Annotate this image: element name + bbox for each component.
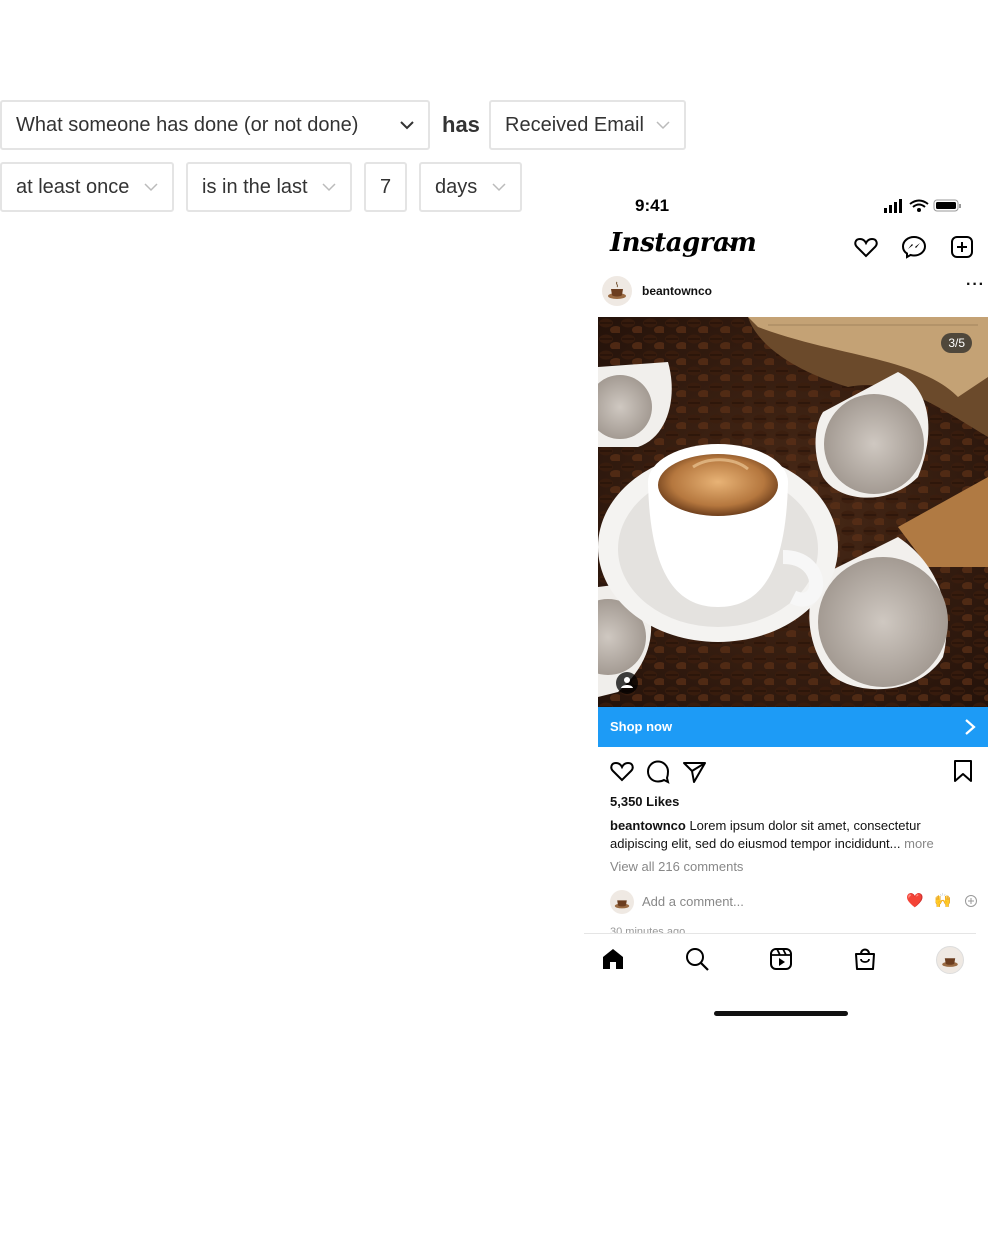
profile-avatar[interactable] xyxy=(936,946,964,974)
chevron-down-icon[interactable] xyxy=(724,238,738,252)
caption-username[interactable]: beantownco xyxy=(610,818,686,833)
coffee-espresso-photo xyxy=(598,317,988,707)
add-comment-row: Add a comment... ❤️ 🙌 xyxy=(610,888,980,914)
add-post-icon[interactable] xyxy=(949,234,975,260)
search-icon[interactable] xyxy=(684,946,710,972)
messenger-icon[interactable] xyxy=(901,234,927,260)
caption-more-link[interactable]: more xyxy=(904,836,934,851)
add-reaction-icon[interactable] xyxy=(964,894,978,908)
view-comments-link[interactable]: View all 216 comments xyxy=(610,859,743,874)
time-operator-select-value: is in the last xyxy=(202,175,308,198)
chevron-down-icon xyxy=(656,121,670,130)
status-time: 9:41 xyxy=(635,196,670,215)
home-icon[interactable] xyxy=(600,946,626,972)
time-unit-select-value: days xyxy=(435,175,478,198)
coffee-cup-logo-icon xyxy=(942,958,958,967)
condition-select[interactable]: What someone has done (or not done) xyxy=(0,100,430,150)
heart-emoji-reaction[interactable]: ❤️ xyxy=(906,892,923,909)
chevron-down-icon xyxy=(322,183,336,192)
time-unit-select[interactable]: days xyxy=(419,162,522,212)
post-image[interactable]: 3/5 xyxy=(598,317,988,707)
add-comment-input[interactable]: Add a comment... xyxy=(642,894,744,909)
time-value-input[interactable]: 7 xyxy=(364,162,407,212)
share-icon[interactable] xyxy=(681,758,707,784)
event-select-value: Received Email xyxy=(505,113,644,136)
post-caption: beantownco Lorem ipsum dolor sit amet, c… xyxy=(610,817,970,853)
post-header: beantownco ··· xyxy=(584,274,992,308)
user-tag-icon[interactable] xyxy=(616,672,638,694)
more-options-icon[interactable]: ··· xyxy=(966,276,985,294)
likes-count[interactable]: 5,350 Likes xyxy=(610,794,679,809)
has-label: has xyxy=(442,112,480,137)
chevron-down-icon xyxy=(144,183,158,192)
instagram-phone-preview: 9:41 Instagram beantownco ··· 3/5 Shop n… xyxy=(584,186,992,1026)
frequency-select[interactable]: at least once xyxy=(0,162,174,212)
save-icon[interactable] xyxy=(950,758,976,784)
comment-icon[interactable] xyxy=(645,758,671,784)
avatar xyxy=(610,890,634,914)
image-counter-badge: 3/5 xyxy=(941,333,972,353)
shop-icon[interactable] xyxy=(852,946,878,972)
post-username[interactable]: beantownco xyxy=(642,284,712,298)
heart-icon[interactable] xyxy=(853,234,879,260)
nav-divider xyxy=(584,933,976,934)
event-select[interactable]: Received Email xyxy=(489,100,686,150)
frequency-select-value: at least once xyxy=(16,175,130,198)
chevron-right-icon xyxy=(965,719,976,735)
chevron-down-icon xyxy=(400,121,414,130)
time-value: 7 xyxy=(380,175,392,198)
condition-select-value: What someone has done (or not done) xyxy=(16,113,359,136)
avatar[interactable] xyxy=(602,276,632,306)
status-bar-icons xyxy=(884,199,961,213)
shop-now-button[interactable]: Shop now xyxy=(598,707,988,747)
coffee-cup-logo-icon xyxy=(614,900,630,909)
time-operator-select[interactable]: is in the last xyxy=(186,162,352,212)
home-indicator-bar xyxy=(714,1011,848,1016)
shop-now-label: Shop now xyxy=(610,719,673,734)
raised-hands-emoji-reaction[interactable]: 🙌 xyxy=(934,892,951,909)
coffee-cup-logo-icon xyxy=(608,281,626,299)
instagram-header: Instagram xyxy=(584,226,992,266)
chevron-down-icon xyxy=(492,183,506,192)
like-icon[interactable] xyxy=(609,758,635,784)
reels-icon[interactable] xyxy=(768,946,794,972)
